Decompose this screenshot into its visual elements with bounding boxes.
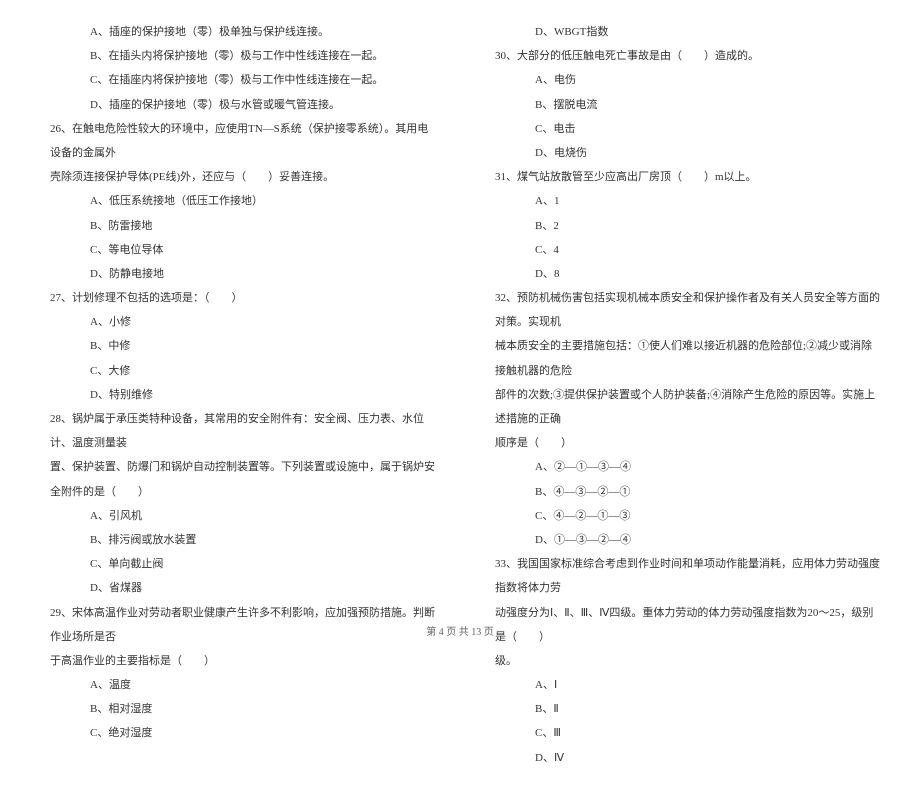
option-text: A、低压系统接地（低压工作接地） <box>40 189 435 213</box>
question-text: 33、我国国家标准综合考虑到作业时间和单项动作能量消耗，应用体力劳动强度指数将体… <box>485 552 880 600</box>
option-text: D、省煤器 <box>40 576 435 600</box>
question-text: 27、计划修理不包括的选项是：（ ） <box>40 286 435 310</box>
option-text: C、等电位导体 <box>40 238 435 262</box>
question-text: 于高温作业的主要指标是（ ） <box>40 649 435 673</box>
question-text: 级。 <box>485 649 880 673</box>
question-text: 32、预防机械伤害包括实现机械本质安全和保护操作者及有关人员安全等方面的对策。实… <box>485 286 880 334</box>
option-text: D、8 <box>485 262 880 286</box>
option-text: B、2 <box>485 214 880 238</box>
option-text: C、大修 <box>40 359 435 383</box>
question-text: 部件的次数;③提供保护装置或个人防护装备;④消除产生危险的原因等。实施上述措施的… <box>485 383 880 431</box>
option-text: A、②—①—③—④ <box>485 455 880 479</box>
option-text: B、相对湿度 <box>40 697 435 721</box>
option-text: B、Ⅱ <box>485 697 880 721</box>
option-text: D、①—③—②—④ <box>485 528 880 552</box>
option-text: A、电伤 <box>485 68 880 92</box>
option-text: B、排污阀或放水装置 <box>40 528 435 552</box>
option-text: B、防雷接地 <box>40 214 435 238</box>
question-text: 28、锅炉属于承压类特种设备，其常用的安全附件有：安全阀、压力表、水位计、温度测… <box>40 407 435 455</box>
question-text: 顺序是（ ） <box>485 431 880 455</box>
option-text: C、单向截止阀 <box>40 552 435 576</box>
option-text: A、小修 <box>40 310 435 334</box>
option-text: D、插座的保护接地（零）极与水管或暖气管连接。 <box>40 93 435 117</box>
option-text: C、电击 <box>485 117 880 141</box>
option-text: A、Ⅰ <box>485 673 880 697</box>
question-text: 置、保护装置、防爆门和锅炉自动控制装置等。下列装置或设施中，属于锅炉安全附件的是… <box>40 455 435 503</box>
option-text: C、Ⅲ <box>485 721 880 745</box>
option-text: A、1 <box>485 189 880 213</box>
option-text: A、引风机 <box>40 504 435 528</box>
question-text: 26、在触电危险性较大的环境中，应使用TN—S系统（保护接零系统）。其用电设备的… <box>40 117 435 165</box>
option-text: A、温度 <box>40 673 435 697</box>
option-text: B、摆脱电流 <box>485 93 880 117</box>
question-text: 壳除须连接保护导体(PE线)外，还应与（ ）妥善连接。 <box>40 165 435 189</box>
option-text: D、防静电接地 <box>40 262 435 286</box>
option-text: C、④—②—①—③ <box>485 504 880 528</box>
question-text: 31、煤气站放散管至少应高出厂房顶（ ）m以上。 <box>485 165 880 189</box>
question-text: 械本质安全的主要措施包括：①使人们难以接近机器的危险部位;②减少或消除接触机器的… <box>485 334 880 382</box>
option-text: C、4 <box>485 238 880 262</box>
option-text: A、插座的保护接地（零）极单独与保护线连接。 <box>40 20 435 44</box>
option-text: D、特别维修 <box>40 383 435 407</box>
option-text: C、绝对湿度 <box>40 721 435 745</box>
option-text: C、在插座内将保护接地（零）极与工作中性线连接在一起。 <box>40 68 435 92</box>
option-text: B、中修 <box>40 334 435 358</box>
page-content: A、插座的保护接地（零）极单独与保护线连接。 B、在插头内将保护接地（零）极与工… <box>0 0 920 800</box>
option-text: D、Ⅳ <box>485 746 880 770</box>
option-text: B、在插头内将保护接地（零）极与工作中性线连接在一起。 <box>40 44 435 68</box>
option-text: D、电烧伤 <box>485 141 880 165</box>
page-footer: 第 4 页 共 13 页 <box>0 623 920 638</box>
left-column: A、插座的保护接地（零）极单独与保护线连接。 B、在插头内将保护接地（零）极与工… <box>40 20 435 770</box>
right-column: D、WBGT指数 30、大部分的低压触电死亡事故是由（ ）造成的。 A、电伤 B… <box>485 20 880 770</box>
question-text: 30、大部分的低压触电死亡事故是由（ ）造成的。 <box>485 44 880 68</box>
option-text: D、WBGT指数 <box>485 20 880 44</box>
option-text: B、④—③—②—① <box>485 480 880 504</box>
